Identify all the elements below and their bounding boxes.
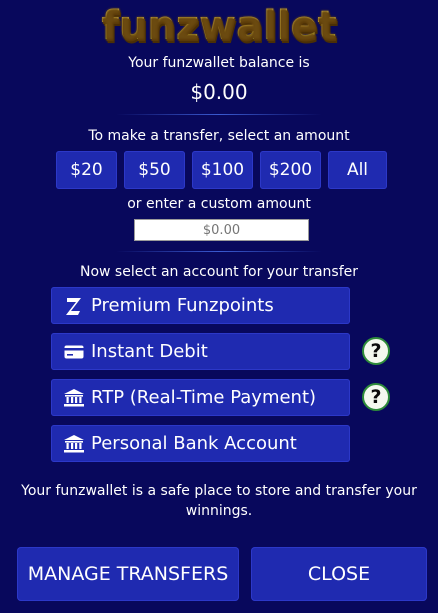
account-label: Instant Debit [91, 341, 208, 362]
balance-value: $0.00 [190, 80, 248, 104]
help-glyph: ? [370, 340, 382, 362]
amount-button-label: $50 [138, 160, 171, 180]
rtp-help-icon[interactable]: ? [362, 383, 390, 411]
divider [116, 251, 322, 252]
balance-label: Your funzwallet balance is [128, 55, 310, 71]
account-select-label: Now select an account for your transfer [79, 264, 359, 280]
credit-card-icon [61, 345, 87, 359]
amount-button-label: $100 [200, 160, 245, 180]
amount-button-label: $20 [70, 160, 103, 180]
account-personal-bank-button[interactable]: Personal Bank Account [51, 425, 350, 462]
close-button[interactable]: CLOSE [251, 547, 427, 601]
manage-transfers-button[interactable]: MANAGE TRANSFERS [17, 547, 239, 601]
amount-button-label: All [346, 160, 369, 180]
divider [116, 114, 322, 115]
account-premium-funzpoints-button[interactable]: Premium Funzpoints [51, 287, 350, 324]
amount-button-50[interactable]: $50 [124, 151, 185, 189]
manage-transfers-label: MANAGE TRANSFERS [27, 563, 229, 585]
amount-button-all[interactable]: All [328, 151, 387, 189]
logo-text: funzwallet [101, 3, 337, 49]
close-label: CLOSE [307, 563, 371, 585]
bank-icon [61, 388, 87, 407]
bank-icon [61, 434, 87, 453]
funzwallet-logo: funzwallet [0, 2, 438, 50]
custom-amount-input[interactable] [134, 219, 309, 241]
instant-debit-help-icon[interactable]: ? [362, 337, 390, 365]
custom-amount-label: or enter a custom amount [127, 196, 311, 212]
account-label: RTP (Real-Time Payment) [91, 387, 317, 408]
account-label: Premium Funzpoints [91, 295, 274, 316]
footer-info-text: Your funzwallet is a safe place to store… [21, 483, 417, 519]
amount-buttons: $20 $50 $100 $200 All [56, 151, 387, 189]
transfer-label: To make a transfer, select an amount [88, 128, 350, 144]
amount-button-200[interactable]: $200 [260, 151, 321, 189]
amount-button-20[interactable]: $20 [56, 151, 117, 189]
amount-button-label: $200 [268, 160, 313, 180]
funzpoints-z-icon [61, 295, 87, 317]
help-glyph: ? [370, 386, 382, 408]
account-label: Personal Bank Account [91, 433, 297, 454]
amount-button-100[interactable]: $100 [192, 151, 253, 189]
account-instant-debit-button[interactable]: Instant Debit [51, 333, 350, 370]
account-rtp-button[interactable]: RTP (Real-Time Payment) [51, 379, 350, 416]
